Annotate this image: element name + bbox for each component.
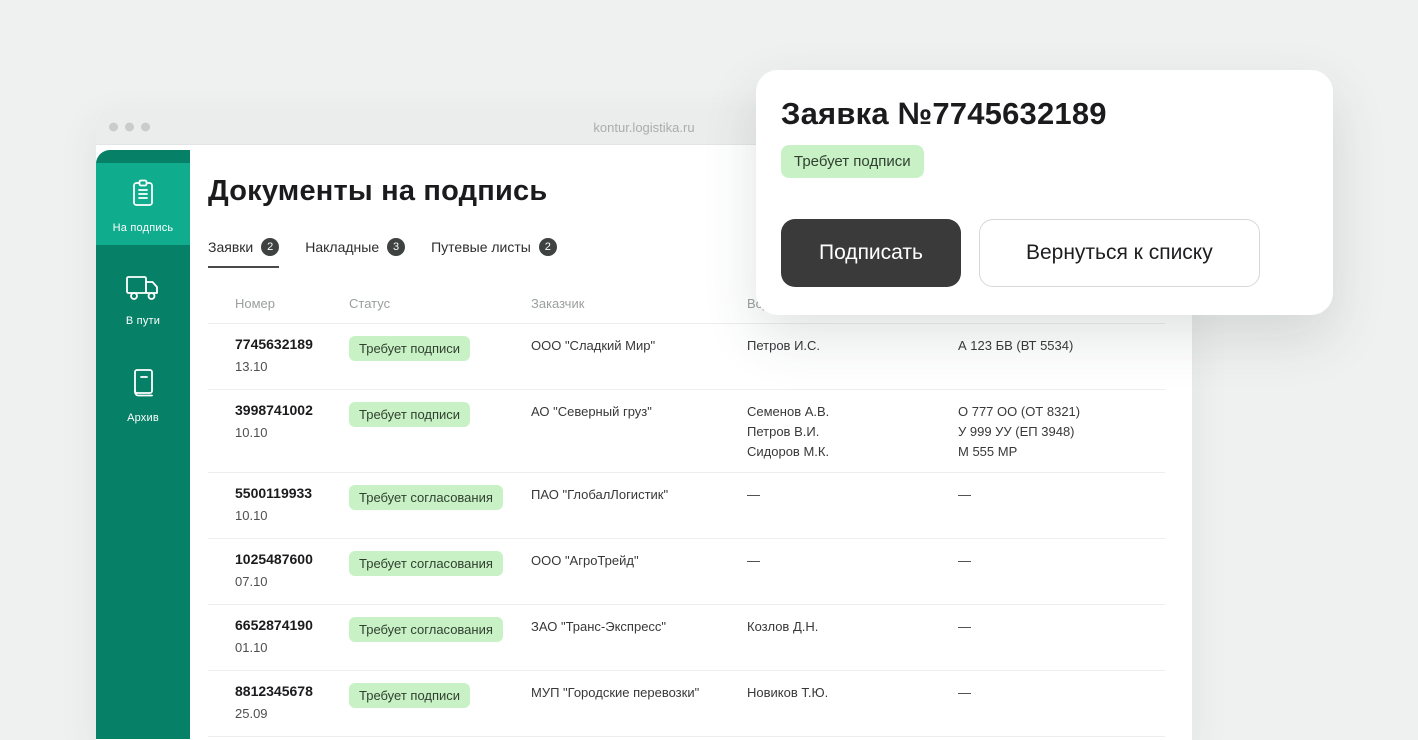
- driver-name: Новиков Т.Ю.: [747, 683, 958, 726]
- status-badge: Требует подписи: [349, 402, 470, 427]
- order-date: 13.10: [235, 359, 349, 374]
- truck-icon: [123, 272, 163, 309]
- order-number: 8812345678: [235, 683, 349, 699]
- vehicle-number: А 123 БВ (ВТ 5534): [958, 336, 1165, 379]
- table-row[interactable]: 1025487600 07.10 Требует согласования ОО…: [208, 539, 1165, 605]
- customer-name: МУП "Городские перевозки": [531, 683, 747, 726]
- tab-count-badge: 3: [387, 238, 405, 256]
- status-badge: Требует подписи: [349, 683, 470, 708]
- tab-nakladnye[interactable]: Накладные 3: [305, 238, 405, 268]
- customer-name: ЗАО "Транс-Экспресс": [531, 617, 747, 660]
- sidebar-item-v-puti[interactable]: В пути: [96, 258, 190, 340]
- sidebar-item-label: На подпись: [113, 222, 174, 234]
- table-row[interactable]: 6652874190 01.10 Требует согласования ЗА…: [208, 605, 1165, 671]
- request-actions: Подписать Вернуться к списку: [781, 219, 1305, 287]
- tab-label: Накладные: [305, 239, 379, 255]
- customer-name: ООО "АгроТрейд": [531, 551, 747, 594]
- vehicle-number: —: [958, 551, 1165, 594]
- order-number: 7745632189: [235, 336, 349, 352]
- clipboard-icon: [125, 175, 161, 216]
- tab-putevye-listy[interactable]: Путевые листы 2: [431, 238, 557, 268]
- order-date: 01.10: [235, 640, 349, 655]
- order-number: 1025487600: [235, 551, 349, 567]
- tab-count-badge: 2: [539, 238, 557, 256]
- status-badge: Требует согласования: [349, 617, 503, 642]
- status-badge: Требует подписи: [349, 336, 470, 361]
- driver-name: Козлов Д.Н.: [747, 617, 958, 660]
- sidebar-item-na-podpis[interactable]: На подпись: [96, 163, 190, 245]
- request-status-badge: Требует подписи: [781, 145, 924, 178]
- column-header-status: Статус: [349, 296, 531, 311]
- back-to-list-button[interactable]: Вернуться к списку: [979, 219, 1260, 287]
- order-date: 25.09: [235, 706, 349, 721]
- vehicle-number: —: [958, 485, 1165, 528]
- order-date: 10.10: [235, 425, 349, 440]
- column-header-customer: Заказчик: [531, 296, 747, 311]
- vehicle-number: —: [958, 617, 1165, 660]
- column-header-number: Номер: [235, 296, 349, 311]
- tab-label: Заявки: [208, 239, 253, 255]
- documents-table: Номер Статус Заказчик Водитель 774563218…: [208, 288, 1165, 737]
- table-row[interactable]: 8812345678 25.09 Требует подписи МУП "Го…: [208, 671, 1165, 737]
- table-row[interactable]: 3998741002 10.10 Требует подписи АО "Сев…: [208, 390, 1165, 473]
- sidebar: На подпись В пути: [96, 150, 190, 739]
- sidebar-item-arhiv[interactable]: Архив: [96, 353, 190, 435]
- sidebar-item-label: В пути: [126, 315, 160, 327]
- order-number: 3998741002: [235, 402, 349, 418]
- tab-count-badge: 2: [261, 238, 279, 256]
- request-detail-card: Заявка №7745632189 Требует подписи Подпи…: [756, 70, 1333, 315]
- tab-zayavki[interactable]: Заявки 2: [208, 238, 279, 268]
- customer-name: ПАО "ГлобалЛогистик": [531, 485, 747, 528]
- vehicle-number: —: [958, 683, 1165, 726]
- sign-button[interactable]: Подписать: [781, 219, 961, 287]
- driver-name: Петров И.С.: [747, 336, 958, 379]
- request-title: Заявка №7745632189: [781, 96, 1305, 132]
- table-row[interactable]: 7745632189 13.10 Требует подписи ООО "Сл…: [208, 324, 1165, 390]
- order-date: 07.10: [235, 574, 349, 589]
- order-number: 5500119933: [235, 485, 349, 501]
- driver-name: —: [747, 485, 958, 528]
- table-row[interactable]: 5500119933 10.10 Требует согласования ПА…: [208, 473, 1165, 539]
- customer-name: ООО "Сладкий Мир": [531, 336, 747, 379]
- tab-label: Путевые листы: [431, 239, 531, 255]
- book-icon: [125, 365, 161, 406]
- status-badge: Требует согласования: [349, 485, 503, 510]
- driver-name: —: [747, 551, 958, 594]
- sidebar-item-label: Архив: [127, 412, 159, 424]
- customer-name: АО "Северный груз": [531, 402, 747, 462]
- order-number: 6652874190: [235, 617, 349, 633]
- driver-name: Семенов А.В. Петров В.И. Сидоров М.К.: [747, 402, 958, 462]
- status-badge: Требует согласования: [349, 551, 503, 576]
- order-date: 10.10: [235, 508, 349, 523]
- vehicle-number: О 777 ОО (ОТ 8321) У 999 УУ (ЕП 3948) М …: [958, 402, 1165, 462]
